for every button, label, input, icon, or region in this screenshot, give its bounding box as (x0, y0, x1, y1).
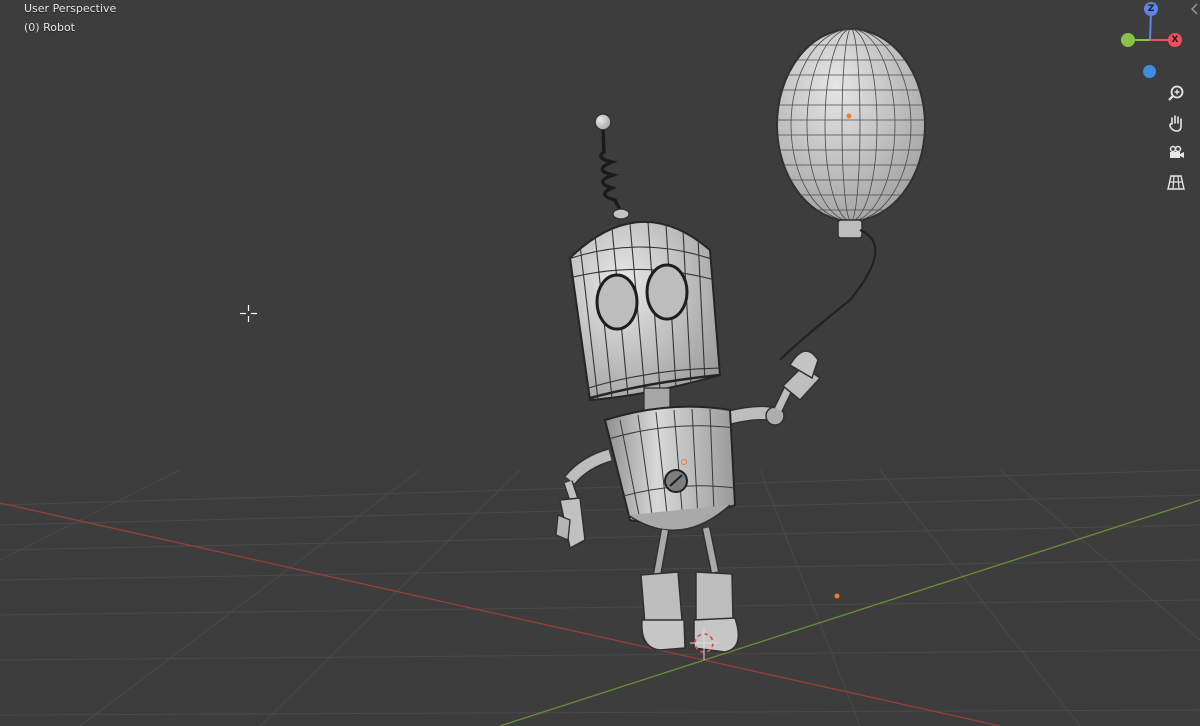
z-axis-button[interactable]: Z (1144, 2, 1158, 16)
neg-z-axis-button[interactable] (1143, 65, 1156, 78)
floor-grid (0, 469, 1200, 726)
active-object-label: (0) Robot (24, 21, 75, 34)
chevron-left-icon[interactable] (1188, 2, 1200, 16)
scene-canvas[interactable] (0, 0, 1200, 726)
camera-view-button[interactable] (1164, 141, 1188, 165)
antenna (594, 113, 630, 220)
x-axis-line (0, 502, 1001, 726)
head-mesh (568, 221, 722, 402)
perspective-toggle-button[interactable] (1164, 170, 1188, 194)
x-axis-button[interactable]: X (1168, 33, 1182, 47)
camera-icon (1169, 145, 1184, 158)
pan-button[interactable] (1164, 111, 1188, 135)
left-arm (555, 448, 613, 550)
y-axis-button[interactable] (1121, 33, 1135, 47)
right-arm (726, 350, 822, 426)
grid-icon (1167, 175, 1185, 190)
navigation-gizmo[interactable]: Z X (1110, 0, 1190, 86)
3d-viewport[interactable]: User Perspective (0) Robot Z X (0, 0, 1200, 726)
zoom-button[interactable] (1164, 82, 1188, 106)
hand-icon (1169, 115, 1182, 132)
balloon-mesh (776, 28, 926, 361)
body-mesh (603, 405, 737, 532)
crosshair-cursor-icon (240, 305, 257, 322)
view-mode-label: User Perspective (24, 2, 117, 15)
legs (640, 527, 740, 653)
zoom-icon (1168, 85, 1184, 101)
light-origin (834, 593, 840, 599)
